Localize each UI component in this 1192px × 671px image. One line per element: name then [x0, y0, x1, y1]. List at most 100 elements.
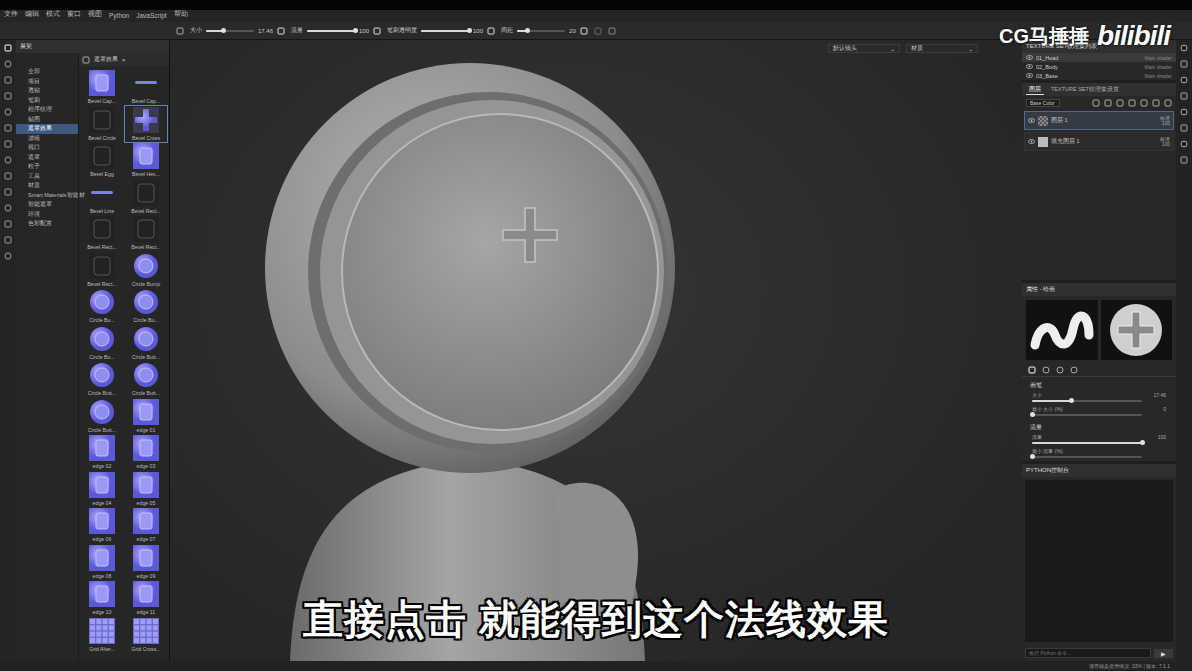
field-value[interactable]: 0: [1163, 406, 1166, 412]
shelf-item[interactable]: edge 05: [125, 471, 167, 508]
category-item[interactable]: 全部: [16, 67, 78, 77]
slider-value[interactable]: 20: [569, 28, 576, 34]
field-value[interactable]: 100: [1158, 434, 1166, 440]
display-mode-select[interactable]: 材质⌄: [906, 44, 978, 53]
shelf-item[interactable]: Grid Cross...: [125, 617, 167, 654]
character-model-icon[interactable]: [170, 40, 1022, 661]
property-slider[interactable]: [1032, 400, 1142, 402]
texture-set-item[interactable]: 02_BodyMain shader: [1022, 62, 1176, 71]
shelf-item[interactable]: Bevel Rect...: [125, 215, 167, 252]
material-thumbnail-icon[interactable]: [88, 471, 116, 499]
material-thumbnail-icon[interactable]: [88, 106, 116, 134]
layer-tool-icon[interactable]: [1128, 99, 1136, 107]
property-slider[interactable]: [1032, 414, 1142, 416]
property-slider[interactable]: [1032, 456, 1142, 458]
slider-knob[interactable]: [1030, 412, 1035, 417]
category-item[interactable]: 视口: [16, 143, 78, 153]
shelf-item[interactable]: Bevel Rect...: [81, 252, 123, 289]
layer-tool-icon[interactable]: [1092, 99, 1100, 107]
shelf-item[interactable]: edge 07: [125, 507, 167, 544]
slider-knob[interactable]: [1030, 454, 1035, 459]
menu-item[interactable]: 模式: [46, 10, 60, 19]
shelf-item[interactable]: edge 01: [125, 398, 167, 435]
menu-item[interactable]: Python: [109, 12, 129, 19]
layer-tool-icon[interactable]: [1104, 99, 1112, 107]
tool-icon[interactable]: [4, 220, 12, 228]
property-field[interactable]: 最小 大小 (%)0: [1022, 405, 1176, 419]
slider-value[interactable]: 100: [359, 28, 369, 34]
menu-item[interactable]: 窗口: [67, 10, 81, 19]
side-tool-icon[interactable]: [1180, 44, 1188, 52]
material-thumbnail-icon[interactable]: [132, 215, 160, 243]
slider-knob[interactable]: [1069, 398, 1074, 403]
material-thumbnail-icon[interactable]: [132, 471, 160, 499]
category-item[interactable]: 笔刷: [16, 96, 78, 106]
panel-tab[interactable]: TEXTURE SET纹理集设置: [1048, 85, 1122, 95]
eye-icon[interactable]: [1028, 118, 1035, 123]
shelf-item[interactable]: Bevel Rect...: [81, 215, 123, 252]
category-item[interactable]: 程序纹理: [16, 105, 78, 115]
material-thumbnail-icon[interactable]: [88, 179, 116, 207]
menu-item[interactable]: JavaScript: [136, 12, 166, 19]
layer-row[interactable]: 填充图层 1标准100: [1024, 132, 1174, 151]
shelf-item[interactable]: Grid Alter...: [81, 617, 123, 654]
tool-icon[interactable]: [4, 252, 12, 260]
console-input[interactable]: 执行 Python 命令...: [1025, 648, 1151, 658]
menu-item[interactable]: 文件: [4, 10, 18, 19]
material-thumbnail-icon[interactable]: [132, 398, 160, 426]
tool-icon[interactable]: [4, 92, 12, 100]
material-thumbnail-icon[interactable]: [132, 288, 160, 316]
close-tab-button[interactable]: ×: [122, 57, 126, 63]
pen-icon[interactable]: [373, 27, 381, 35]
slider-knob[interactable]: [353, 28, 358, 33]
shelf-item[interactable]: Bevel Line: [81, 179, 123, 216]
side-tool-icon[interactable]: [1180, 156, 1188, 164]
material-thumbnail-icon[interactable]: [132, 69, 160, 97]
category-item[interactable]: 滤镜: [16, 134, 78, 144]
pen-icon[interactable]: [580, 27, 588, 35]
material-thumbnail-icon[interactable]: [88, 69, 116, 97]
camera-select[interactable]: 默认镜头⌄: [828, 44, 900, 53]
shelf-item[interactable]: Bevel Rect...: [125, 179, 167, 216]
tool-icon[interactable]: [4, 156, 12, 164]
toolbar-slider-track[interactable]: [421, 30, 469, 32]
material-thumbnail-icon[interactable]: [88, 398, 116, 426]
shelf-item[interactable]: edge 09: [125, 544, 167, 581]
pen-icon[interactable]: [487, 27, 495, 35]
material-thumbnail-icon[interactable]: [88, 434, 116, 462]
symmetry-icon[interactable]: [594, 27, 602, 35]
tool-icon[interactable]: [4, 172, 12, 180]
slider-knob[interactable]: [1140, 440, 1145, 445]
tool-icon[interactable]: [4, 124, 12, 132]
layer-row[interactable]: 图层 1标准100: [1024, 111, 1174, 130]
category-item[interactable]: 环境: [16, 210, 78, 220]
toolbar-slider-track[interactable]: [517, 30, 565, 32]
side-tool-icon[interactable]: [1180, 108, 1188, 116]
side-tool-icon[interactable]: [1180, 124, 1188, 132]
shelf-item[interactable]: Bevel Cap...: [125, 69, 167, 106]
shelf-item[interactable]: Circle Butt...: [81, 361, 123, 398]
eye-icon[interactable]: [1026, 73, 1033, 78]
tool-icon[interactable]: [4, 204, 12, 212]
property-tab-icon[interactable]: [1042, 366, 1050, 374]
category-item[interactable]: 贴图: [16, 115, 78, 125]
tool-icon[interactable]: [4, 44, 12, 52]
eye-icon[interactable]: [1026, 64, 1033, 69]
material-thumbnail-icon[interactable]: [132, 544, 160, 572]
material-thumbnail-icon[interactable]: [132, 580, 160, 608]
property-tab-icon[interactable]: [1028, 366, 1036, 374]
channel-dropdown[interactable]: Base Color: [1026, 99, 1060, 107]
slider-knob[interactable]: [221, 28, 226, 33]
category-item[interactable]: 色彩配置: [16, 219, 78, 229]
category-item[interactable]: 粒子: [16, 162, 78, 172]
material-thumbnail-icon[interactable]: [88, 215, 116, 243]
shelf-item[interactable]: Bevel Cross: [125, 106, 167, 143]
category-item[interactable]: 透贴: [16, 86, 78, 96]
category-item[interactable]: 项目: [16, 77, 78, 87]
shelf-item[interactable]: Circle Bu...: [125, 288, 167, 325]
tool-icon[interactable]: [4, 60, 12, 68]
property-slider[interactable]: [1032, 442, 1142, 444]
category-item[interactable]: 遮罩: [16, 153, 78, 163]
material-thumbnail-icon[interactable]: [132, 106, 160, 134]
property-field[interactable]: 流量100: [1022, 433, 1176, 447]
